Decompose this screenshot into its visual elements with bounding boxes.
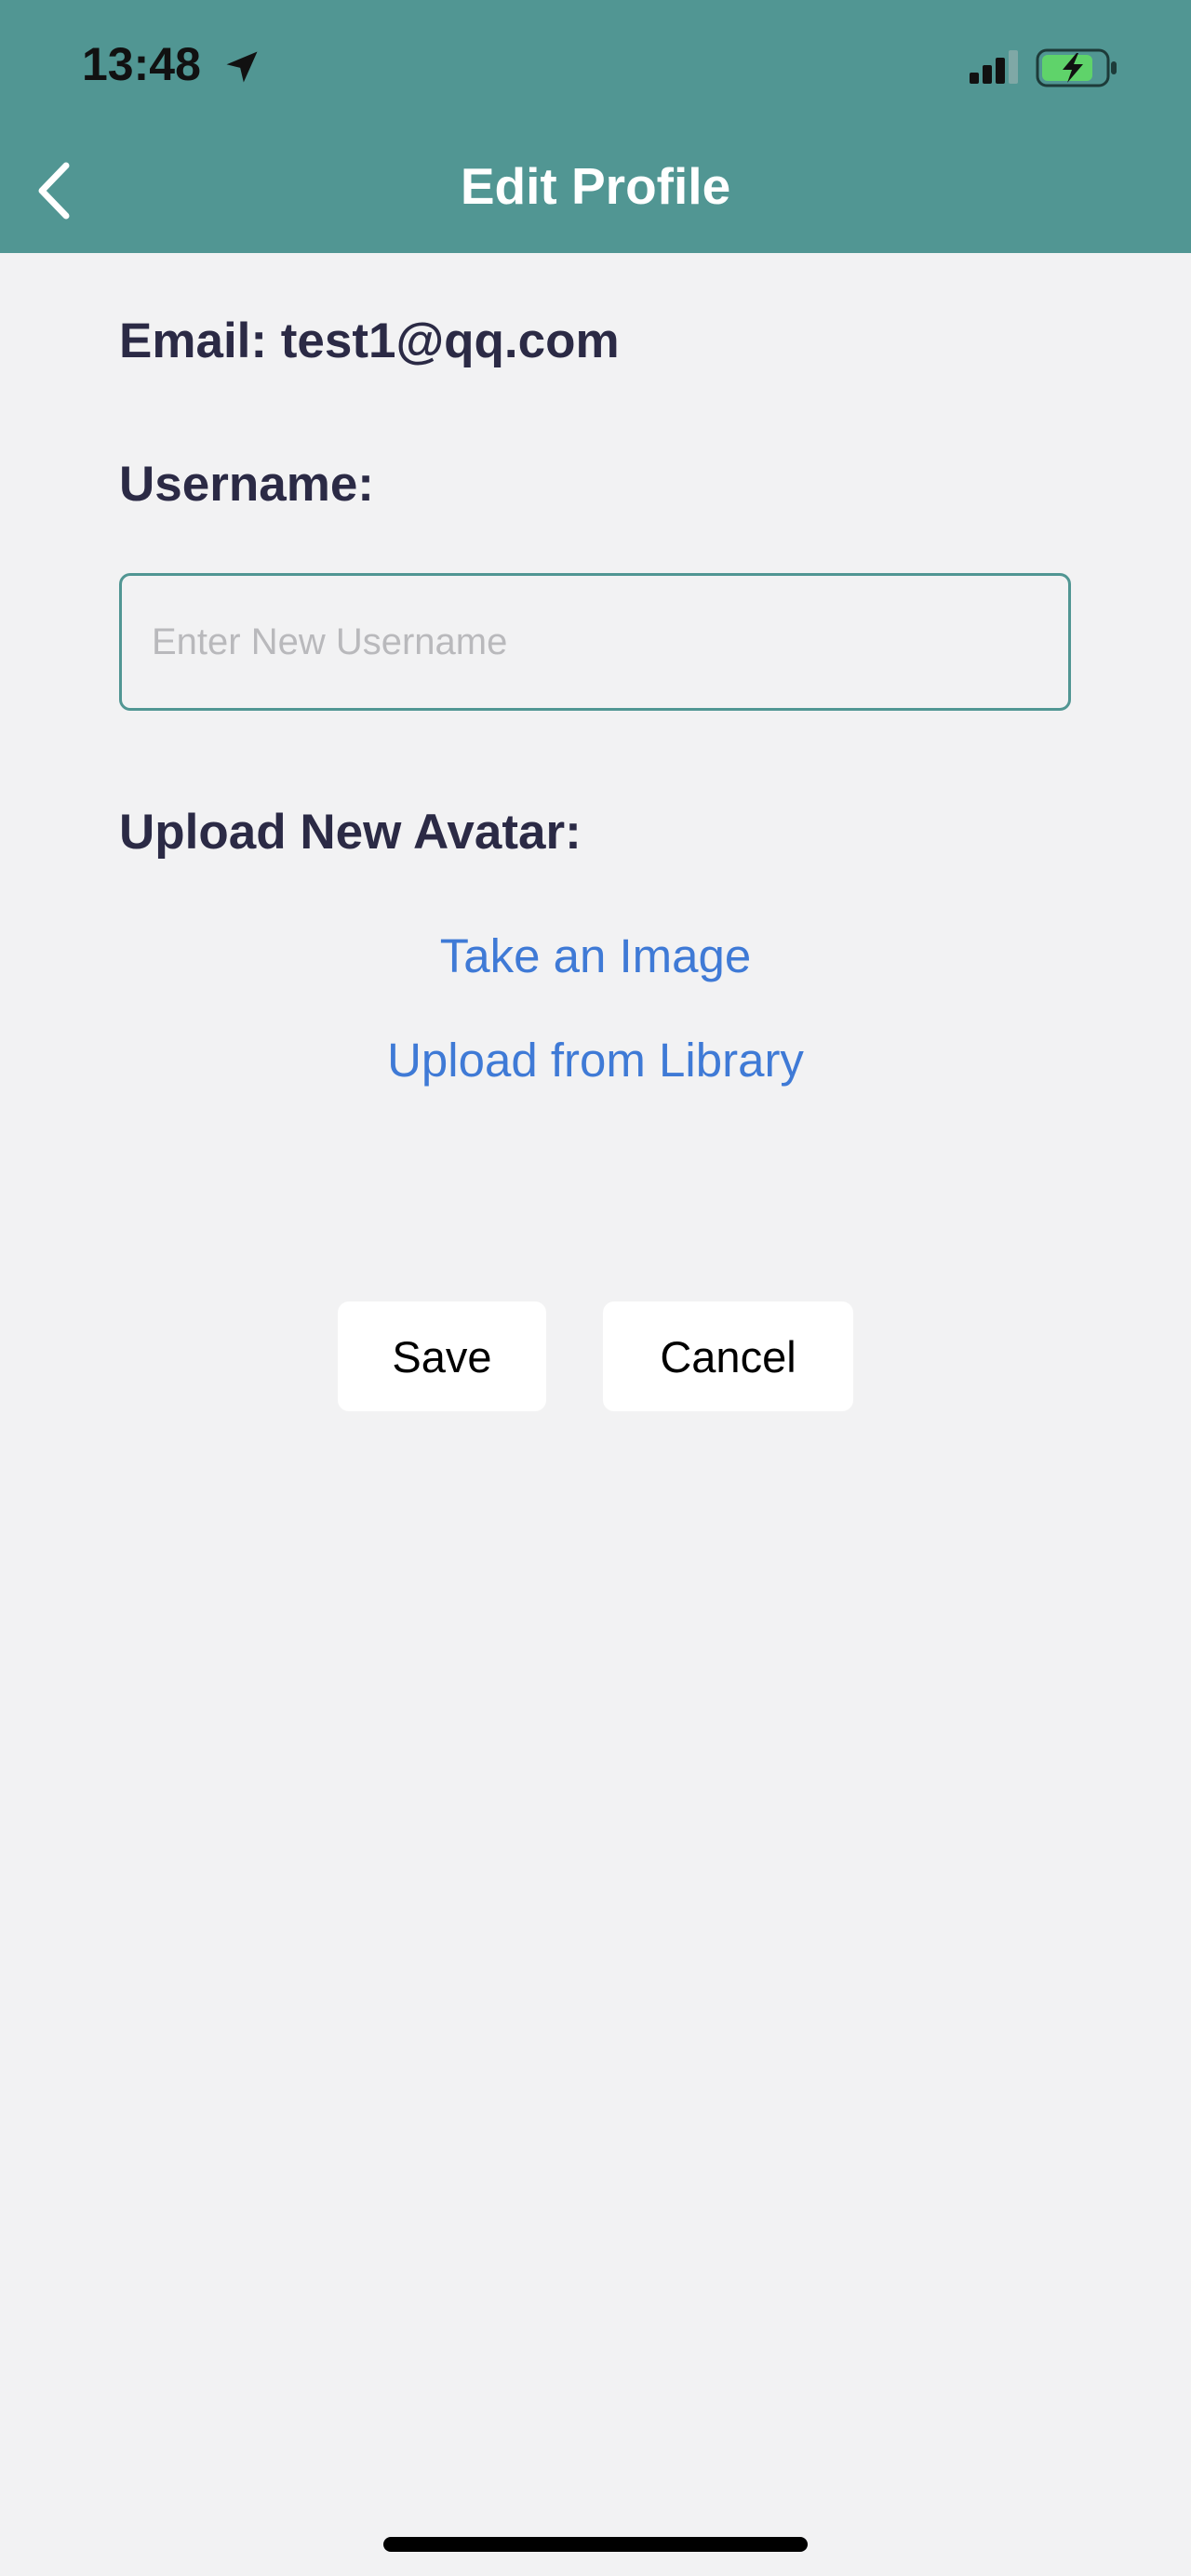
username-input[interactable]: [119, 573, 1071, 711]
cancel-button[interactable]: Cancel: [603, 1301, 853, 1411]
battery-charging-icon: [1036, 48, 1117, 87]
username-label: Username:: [119, 457, 374, 512]
status-bar-time: 13:48: [82, 38, 201, 90]
save-button-label: Save: [392, 1331, 492, 1381]
cellular-signal-icon: [970, 50, 1018, 84]
email-label: Email: test1@qq.com: [119, 314, 620, 368]
home-indicator[interactable]: [383, 2537, 808, 2552]
location-arrow-icon: [226, 51, 258, 83]
cancel-button-label: Cancel: [660, 1331, 796, 1381]
save-button[interactable]: Save: [338, 1301, 546, 1411]
page-title: Edit Profile: [460, 157, 731, 215]
upload-avatar-label: Upload New Avatar:: [119, 805, 582, 860]
upload-from-library-link[interactable]: Upload from Library: [0, 1033, 1191, 1088]
take-image-link[interactable]: Take an Image: [0, 928, 1191, 983]
navigation-header: 13:48 Edit Profile: [0, 0, 1191, 253]
